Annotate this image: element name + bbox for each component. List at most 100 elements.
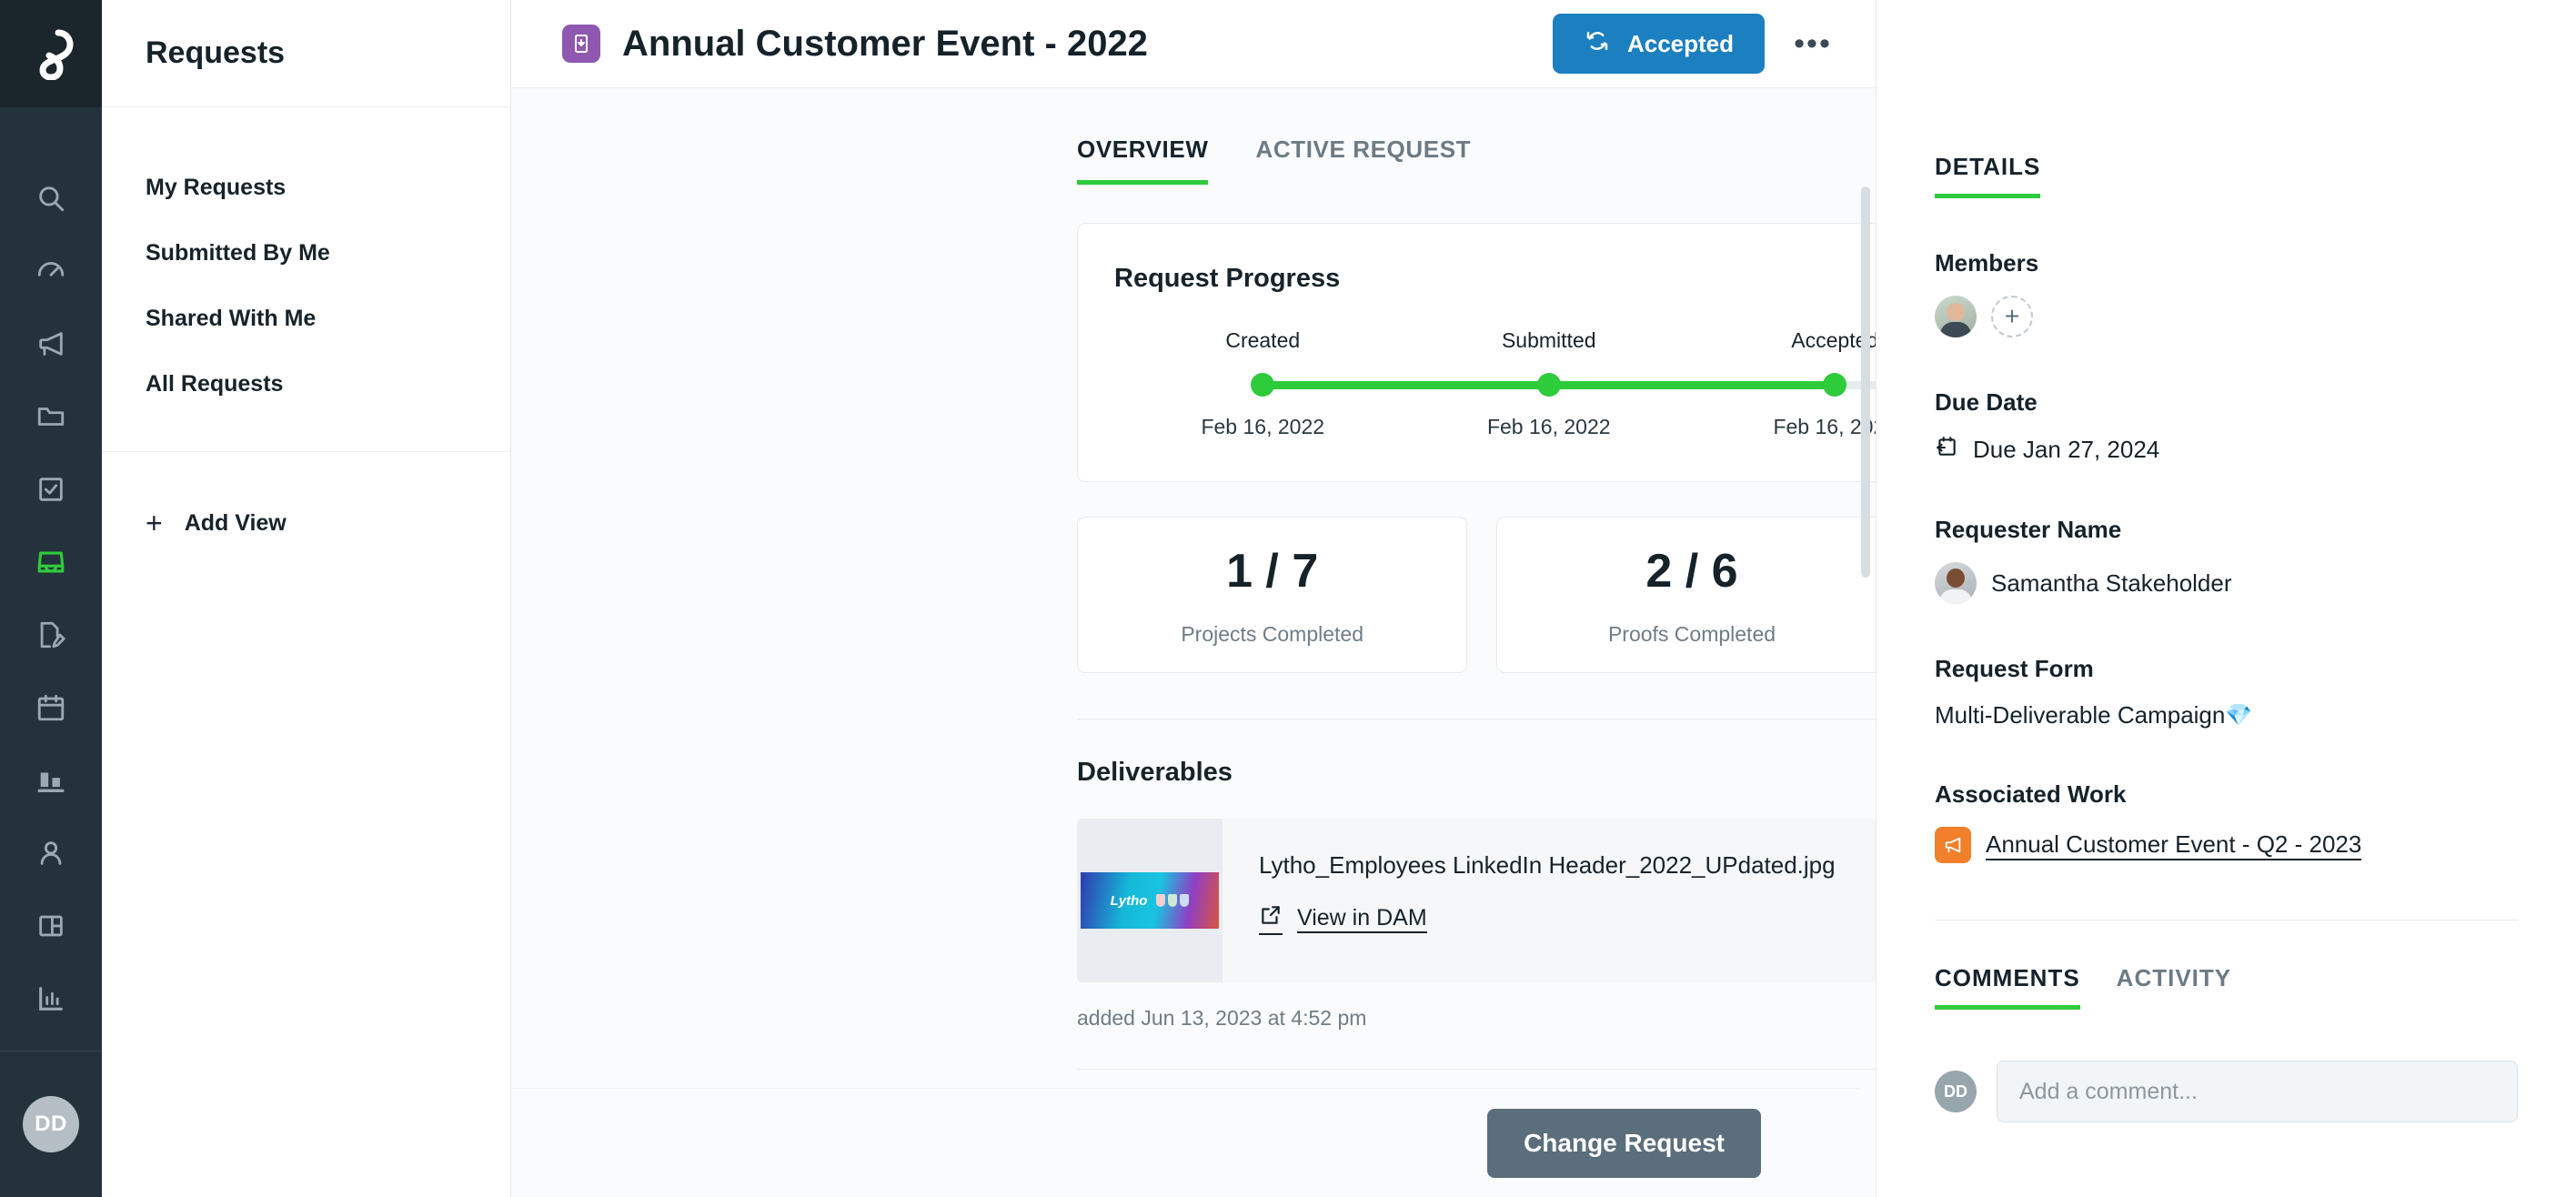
stat-card-projects: 1 / 7 Projects Completed — [1077, 517, 1468, 673]
sidebar-divider — [102, 451, 510, 452]
view-in-dam-link[interactable]: View in DAM — [1259, 903, 1876, 935]
proof-review-icon — [35, 619, 66, 650]
associated-work-value-row: Annual Customer Event - Q2 - 2023 — [1935, 827, 2518, 863]
search-icon — [35, 183, 66, 214]
avatar: DD — [1935, 1071, 1977, 1112]
rail-item-tasks[interactable] — [0, 453, 102, 526]
rail-item-folders[interactable] — [0, 380, 102, 453]
requests-inbox-icon — [35, 547, 66, 578]
sidebar-nav-list: My Requests Submitted By Me Shared With … — [102, 107, 510, 556]
requester-name-value: Samantha Stakeholder — [1991, 568, 2232, 597]
status-accepted-button[interactable]: Accepted — [1552, 14, 1765, 74]
rail-item-boards[interactable] — [0, 744, 102, 817]
kebab-menu-icon[interactable]: ••• — [1785, 15, 1841, 72]
details-section: DETAILS Members + Due Date Due Jan 27, 2… — [1877, 0, 2576, 920]
rail-item-search[interactable] — [0, 162, 102, 235]
lytho-infinity-logo-icon — [39, 29, 74, 80]
layout-panels-icon — [35, 910, 66, 941]
progress-dot-created — [1251, 373, 1275, 397]
add-view-button[interactable]: + Add View — [102, 490, 510, 556]
deliverable-info: Lytho_Employees LinkedIn Header_2022_UPd… — [1223, 819, 1876, 982]
sidebar-item-my-requests[interactable]: My Requests — [102, 155, 510, 220]
sidebar-title: Requests — [146, 35, 286, 70]
app-root: DD Requests My Requests Submitted By Me … — [0, 0, 2576, 1197]
rail-item-calendar[interactable] — [0, 671, 102, 744]
members-avatars: + — [1935, 296, 2518, 337]
tasks-checkbox-icon — [35, 474, 66, 505]
comment-input[interactable] — [1997, 1061, 2518, 1122]
field-requester-name: Requester Name Samantha Stakeholder — [1935, 516, 2518, 604]
field-request-form: Request Form Multi-Deliverable Campaign … — [1935, 655, 2518, 729]
tab-comments[interactable]: COMMENTS — [1935, 964, 2080, 1010]
rail-item-layout[interactable] — [0, 890, 102, 962]
thumbnail-crest-icons — [1156, 894, 1190, 907]
vertical-scrollbar[interactable] — [1861, 186, 1870, 578]
status-label: Accepted — [1626, 29, 1734, 57]
rail-item-campaigns[interactable] — [0, 307, 102, 380]
comments-section: COMMENTS ACTIVITY DD — [1877, 920, 2576, 1122]
request-form-label: Request Form — [1935, 655, 2094, 682]
comments-tabs: COMMENTS ACTIVITY — [1935, 964, 2518, 1010]
tab-overview[interactable]: OVERVIEW — [1077, 136, 1209, 185]
refresh-cycle-icon — [1584, 27, 1611, 61]
add-view-label: Add View — [184, 509, 287, 536]
sidebar-item-shared-with-me[interactable]: Shared With Me — [102, 286, 510, 351]
calendar-icon — [35, 692, 66, 723]
content-footer: Change Request — [511, 1088, 1859, 1197]
due-date-value: Due Jan 27, 2024 — [1973, 436, 2160, 463]
associated-work-label: Associated Work — [1935, 780, 2127, 808]
tab-active-request[interactable]: ACTIVE REQUEST — [1255, 136, 1471, 185]
rail-item-requests[interactable] — [0, 526, 102, 598]
external-link-icon — [1259, 903, 1283, 935]
deliverable-added-timestamp: added Jun 13, 2023 at 4:52 pm — [1077, 1006, 1367, 1030]
overview-inner: Request Progress Created Submitted Accep… — [511, 185, 1876, 1070]
campaign-megaphone-icon — [1935, 827, 1971, 863]
deliverable-filename: Lytho_Employees LinkedIn Header_2022_UPd… — [1259, 851, 1836, 879]
associated-work-link[interactable]: Annual Customer Event - Q2 - 2023 — [1986, 830, 2362, 860]
people-icon — [35, 838, 66, 869]
gem-emoji-icon: 💎 — [2225, 703, 2253, 728]
progress-step-dates: Feb 16, 2022 Feb 16, 2022 Feb 16, 2022 J… — [1120, 415, 1876, 439]
field-members: Members + — [1935, 249, 2518, 337]
rail-item-people[interactable] — [0, 817, 102, 890]
request-form-value: Multi-Deliverable Campaign — [1935, 701, 2226, 729]
global-nav-rail: DD — [0, 0, 102, 1197]
deliverable-row: Lytho Lytho_Employees LinkedIn Header_20… — [1077, 819, 1876, 982]
request-form-value-row: Multi-Deliverable Campaign 💎 — [1935, 701, 2518, 729]
rail-item-reports[interactable] — [0, 962, 102, 1035]
boards-icon — [35, 765, 66, 796]
request-progress-title: Request Progress — [1114, 264, 1341, 293]
requester-value-row: Samantha Stakeholder — [1935, 562, 2518, 604]
app-logo[interactable] — [0, 0, 102, 107]
add-member-button[interactable]: + — [1991, 296, 2033, 337]
rail-item-proofs[interactable] — [0, 598, 102, 671]
stat-label-projects: Projects Completed — [1181, 621, 1364, 646]
user-avatar[interactable]: DD — [23, 1096, 79, 1152]
progress-tracker: Created Submitted Accepted Complete — [1114, 328, 1876, 439]
avatar[interactable] — [1935, 296, 1977, 337]
due-date-label: Due Date — [1935, 388, 2038, 416]
due-date-value-row: Due Jan 27, 2024 — [1935, 435, 2518, 465]
campaign-megaphone-icon — [35, 328, 66, 359]
progress-dots — [1120, 373, 1876, 397]
view-in-dam-label: View in DAM — [1297, 905, 1427, 933]
rail-item-dashboard[interactable] — [0, 235, 102, 307]
thumbnail-image: Lytho — [1081, 872, 1219, 929]
stat-cards: 1 / 7 Projects Completed 2 / 6 Proofs Co… — [1077, 517, 1876, 673]
stat-card-proofs: 2 / 6 Proofs Completed — [1496, 517, 1876, 673]
field-associated-work: Associated Work Annual Customer Event - … — [1935, 780, 2518, 863]
change-request-button[interactable]: Change Request — [1487, 1108, 1761, 1178]
deliverable-thumbnail[interactable]: Lytho — [1077, 819, 1223, 982]
field-due-date: Due Date Due Jan 27, 2024 — [1935, 388, 2518, 465]
overview-body: OVERVIEW ACTIVE REQUEST Request Progress… — [511, 87, 1876, 1197]
details-panel: DETAILS Members + Due Date Due Jan 27, 2… — [1876, 0, 2576, 1197]
deliverables-title: Deliverables — [1077, 758, 1233, 787]
sidebar-item-all-requests[interactable]: All Requests — [102, 351, 510, 417]
tab-activity[interactable]: ACTIVITY — [2117, 964, 2231, 1010]
request-progress-card: Request Progress Created Submitted Accep… — [1077, 223, 1876, 482]
progress-step-labels: Created Submitted Accepted Complete — [1120, 328, 1876, 353]
sidebar-item-submitted-by-me[interactable]: Submitted By Me — [102, 220, 510, 286]
content-tabs: OVERVIEW ACTIVE REQUEST — [511, 88, 1859, 185]
main-content: Annual Customer Event - 2022 Accepted ••… — [511, 0, 1876, 1197]
reports-bar-chart-icon — [35, 983, 66, 1014]
